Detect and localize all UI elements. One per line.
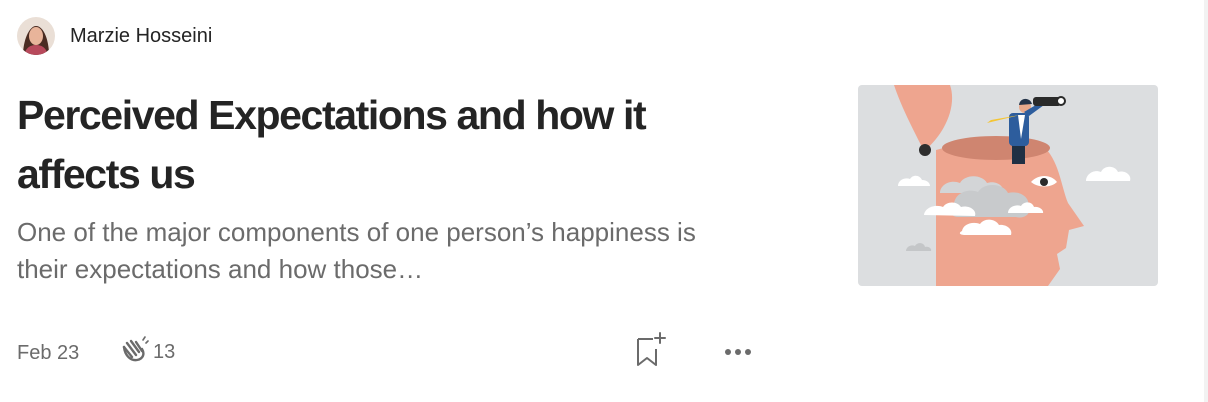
article-subtitle[interactable]: One of the major components of one perso… [17, 214, 717, 288]
more-options-icon [718, 349, 758, 370]
bookmark-button[interactable] [630, 330, 672, 372]
article-thumbnail[interactable] [858, 85, 1158, 286]
publish-date: Feb 23 [17, 342, 80, 364]
clap-button[interactable]: 13 [119, 335, 176, 369]
bookmark-add-icon [630, 332, 672, 376]
more-options-button[interactable] [718, 338, 758, 366]
clap-count: 13 [153, 340, 176, 363]
author-avatar[interactable] [17, 17, 55, 55]
author-row: Marzie Hosseini [17, 17, 212, 55]
article-title[interactable]: Perceived Expectations and how it affect… [17, 86, 777, 204]
page-edge [1204, 0, 1208, 402]
clap-icon [119, 335, 149, 369]
author-name[interactable]: Marzie Hosseini [70, 25, 212, 48]
